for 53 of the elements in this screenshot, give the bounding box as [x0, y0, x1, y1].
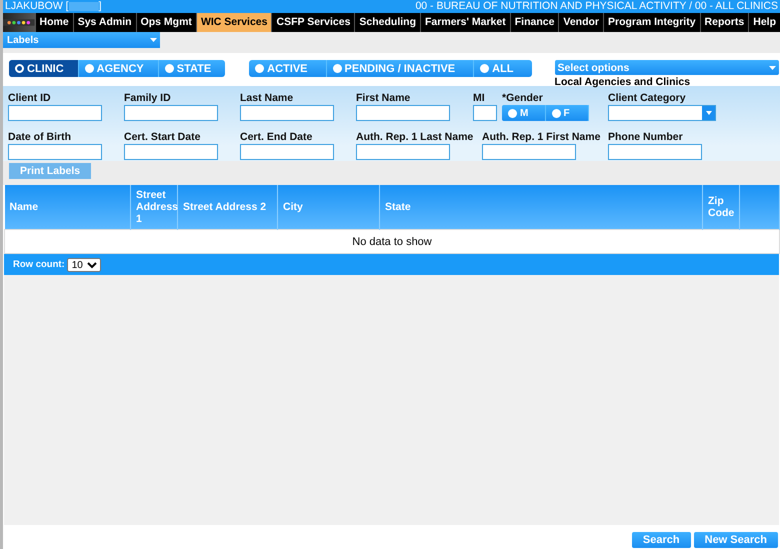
- user-name: LJAKUBOW [: [5, 0, 69, 12]
- column-header: Zip Code: [702, 185, 740, 230]
- redacted-text: [68, 2, 99, 11]
- field-label: *Gender: [502, 92, 544, 104]
- column-header: Name: [4, 185, 130, 230]
- radio-icon: [508, 108, 517, 118]
- radio-icon: [15, 64, 24, 73]
- field-label: Date of Birth: [8, 131, 72, 143]
- column-header: Street Address 1: [130, 185, 178, 230]
- caret-icon: [150, 38, 157, 42]
- radio-icon: [480, 64, 490, 73]
- radio-icon: [552, 108, 560, 118]
- user-bracket: ]: [98, 0, 102, 12]
- field-label: Last Name: [240, 92, 294, 104]
- column-header: State: [380, 185, 702, 230]
- input-field[interactable]: [240, 105, 334, 121]
- caret-icon: [706, 111, 712, 115]
- input-field[interactable]: [473, 105, 497, 121]
- radio-icon: [84, 64, 94, 73]
- radio-icon: [164, 64, 174, 73]
- input-field[interactable]: [124, 144, 218, 160]
- row-count-select[interactable]: 10: [66, 258, 101, 272]
- input-field[interactable]: [240, 144, 334, 160]
- input-field[interactable]: [356, 144, 450, 160]
- input-field[interactable]: [8, 144, 102, 160]
- field-label: Auth. Rep. 1 First Name: [482, 131, 602, 143]
- field-label: Cert. End Date: [240, 131, 314, 143]
- field-label: Cert. Start Date: [124, 131, 202, 143]
- agency-caption: Local Agencies and Clinics: [554, 76, 692, 88]
- input-field[interactable]: [8, 105, 102, 121]
- input-field[interactable]: [608, 144, 702, 160]
- input-field[interactable]: [356, 105, 450, 121]
- radio-icon: [255, 64, 264, 73]
- field-label: Client ID: [8, 92, 52, 104]
- field-label: Family ID: [124, 92, 172, 104]
- input-field[interactable]: [124, 105, 218, 121]
- field-label: First Name: [356, 92, 412, 104]
- field-label: Auth. Rep. 1 Last Name: [356, 131, 474, 143]
- radio-option[interactable]: CLINIC: [9, 60, 79, 77]
- column-header: City: [278, 185, 380, 230]
- field-label: Phone Number: [608, 131, 684, 143]
- logo-drawing: [3, 13, 35, 32]
- empty-message: No data to show: [4, 230, 780, 254]
- input-field[interactable]: [482, 144, 576, 160]
- field-label: MI: [473, 92, 486, 104]
- location-title: 00 - BUREAU OF NUTRITION AND PHYSICAL ACTIVITY / 00 - ALL CLINICS: [415, 0, 778, 13]
- nav-tab[interactable]: WIC Services: [196, 13, 272, 32]
- category-select[interactable]: [608, 105, 716, 121]
- row-count-label: Row count:: [13, 259, 65, 270]
- radio-icon: [332, 64, 342, 73]
- caret-icon: [768, 66, 776, 70]
- column-header: Street Address 2: [178, 185, 278, 230]
- field-label: Client Category: [608, 92, 687, 104]
